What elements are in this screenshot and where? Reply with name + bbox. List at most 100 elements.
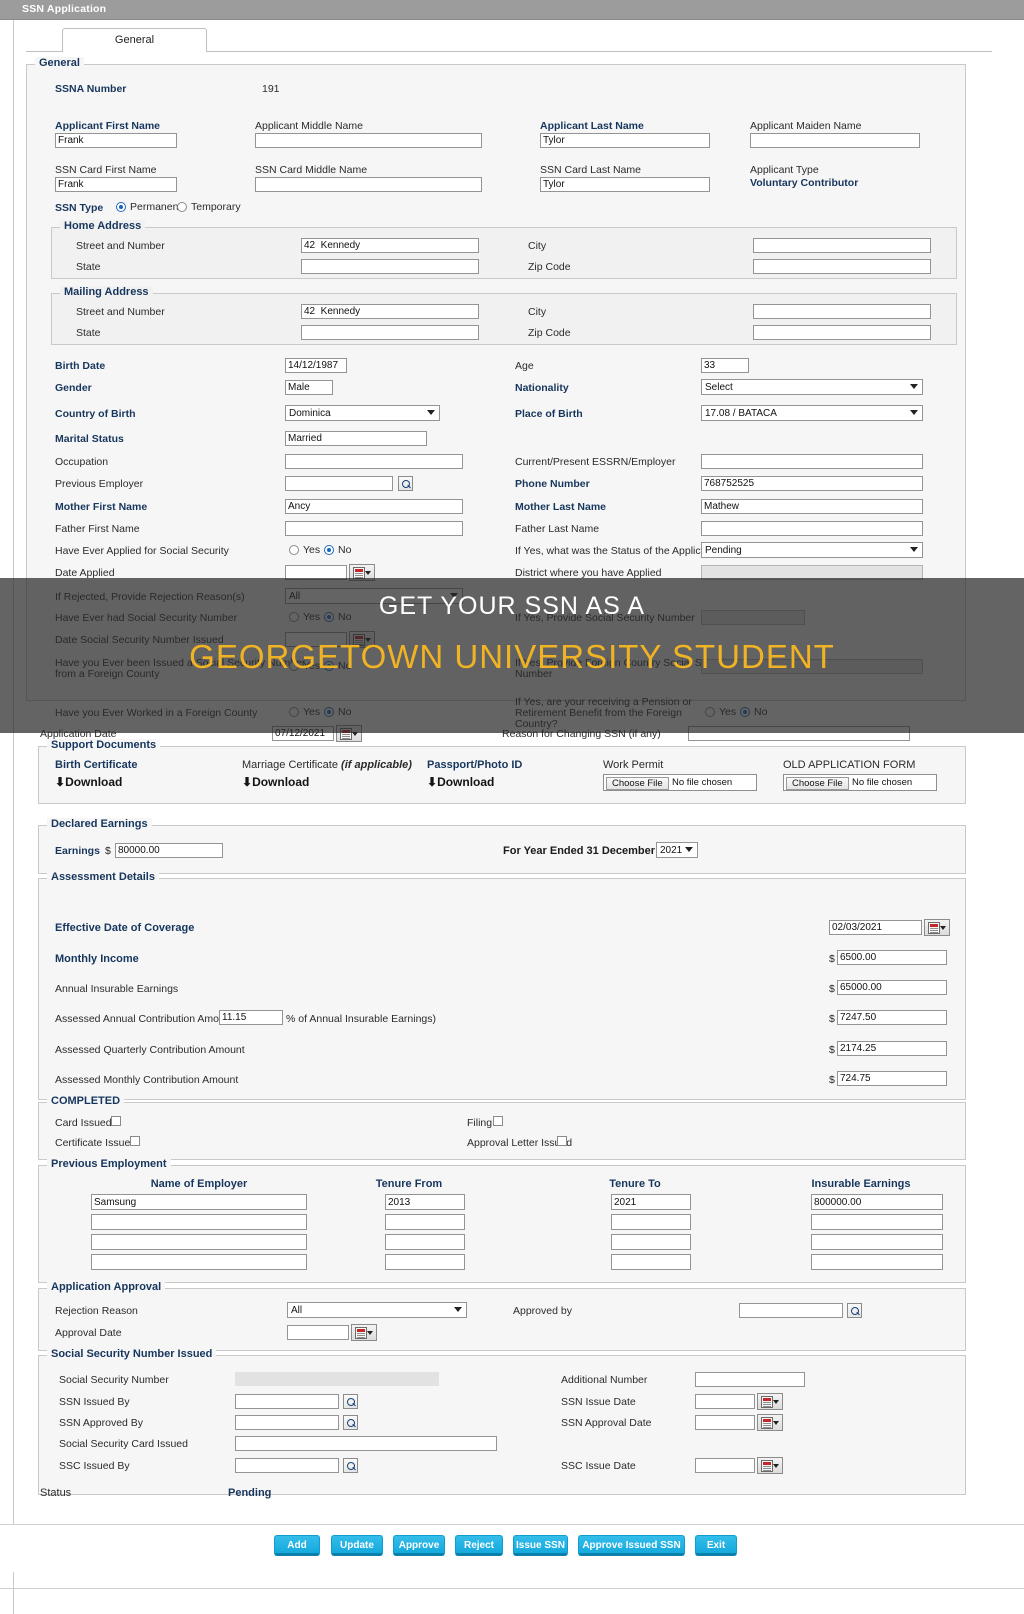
- employment-row-3-employer[interactable]: [91, 1234, 307, 1250]
- marital-status-input[interactable]: [285, 431, 427, 446]
- ssn-approval-date-input[interactable]: [695, 1415, 755, 1430]
- ssn-approved-by-search-icon[interactable]: [343, 1415, 358, 1430]
- employment-row-2-to[interactable]: [611, 1214, 691, 1230]
- ssn-approval-date-calendar-icon[interactable]: [757, 1414, 783, 1431]
- nationality-select[interactable]: Select: [701, 379, 923, 395]
- monthly-income-input[interactable]: [837, 950, 947, 965]
- old-application-form-choose-file-button[interactable]: Choose File: [786, 776, 849, 790]
- ssn-issue-date-calendar-icon[interactable]: [757, 1393, 783, 1410]
- mailing-city-input[interactable]: [753, 304, 931, 319]
- mother-last-name-input[interactable]: [701, 499, 923, 514]
- employment-row-1-employer[interactable]: [91, 1194, 307, 1210]
- assessed-quarterly-input[interactable]: [837, 1041, 947, 1056]
- ssn-issued-by-search-icon[interactable]: [343, 1394, 358, 1409]
- employment-row-2-employer[interactable]: [91, 1214, 307, 1230]
- gender-input[interactable]: [285, 380, 333, 395]
- old-application-form-file-input[interactable]: Choose File No file chosen: [783, 774, 937, 791]
- country-of-birth-select[interactable]: Dominica: [285, 405, 440, 421]
- mailing-state-input[interactable]: [301, 325, 479, 340]
- employment-row-3-from[interactable]: [385, 1234, 465, 1250]
- ssc-issued-input[interactable]: [235, 1436, 497, 1451]
- approved-by-input[interactable]: [739, 1303, 843, 1318]
- status-of-application-select[interactable]: Pending: [701, 542, 923, 558]
- home-street-input[interactable]: [301, 238, 479, 253]
- ssc-issued-by-search-icon[interactable]: [343, 1458, 358, 1473]
- employment-row-4-earnings[interactable]: [811, 1254, 943, 1270]
- approval-date-input[interactable]: [287, 1325, 349, 1340]
- earnings-input[interactable]: [115, 843, 223, 858]
- assessed-annual-rate-input[interactable]: [219, 1010, 283, 1025]
- employment-row-3-to[interactable]: [611, 1234, 691, 1250]
- ever-applied-yes-radio[interactable]: [289, 545, 299, 555]
- previous-employer-search-icon[interactable]: [398, 476, 413, 491]
- employment-row-4-to[interactable]: [611, 1254, 691, 1270]
- employment-row-4-from[interactable]: [385, 1254, 465, 1270]
- employment-row-1-to[interactable]: [611, 1194, 691, 1210]
- marriage-certificate-download-link[interactable]: ⬇Download: [242, 775, 309, 789]
- additional-number-input[interactable]: [695, 1372, 805, 1387]
- year-ended-select[interactable]: 2021: [656, 842, 698, 858]
- employment-row-2-from[interactable]: [385, 1214, 465, 1230]
- mailing-zip-input[interactable]: [753, 325, 931, 340]
- approve-issued-ssn-button[interactable]: Approve Issued SSN: [578, 1535, 685, 1556]
- rejection-reason-select[interactable]: All: [287, 1302, 467, 1318]
- previous-employer-input[interactable]: [285, 476, 393, 491]
- filing-checkbox[interactable]: [493, 1116, 503, 1126]
- ssn-card-first-name-input[interactable]: [55, 177, 177, 192]
- social-security-number-input[interactable]: [235, 1372, 439, 1386]
- employment-row-1-earnings[interactable]: [811, 1194, 943, 1210]
- effective-date-input[interactable]: [829, 920, 922, 935]
- passport-photo-id-download-link[interactable]: ⬇Download: [427, 775, 494, 789]
- work-permit-file-input[interactable]: Choose File No file chosen: [603, 774, 757, 791]
- approval-letter-checkbox[interactable]: [557, 1136, 567, 1146]
- approval-date-calendar-icon[interactable]: [351, 1324, 377, 1341]
- ssc-issued-by-input[interactable]: [235, 1458, 339, 1473]
- employment-row-4-employer[interactable]: [91, 1254, 307, 1270]
- assessed-annual-input[interactable]: [837, 1010, 947, 1025]
- ssn-issued-by-input[interactable]: [235, 1394, 339, 1409]
- add-button[interactable]: Add: [274, 1535, 320, 1556]
- mailing-street-input[interactable]: [301, 304, 479, 319]
- issue-ssn-button[interactable]: Issue SSN: [513, 1535, 568, 1556]
- assessed-monthly-input[interactable]: [837, 1071, 947, 1086]
- occupation-input[interactable]: [285, 454, 463, 469]
- applicant-maiden-name-input[interactable]: [750, 133, 920, 148]
- ssc-issue-date-input[interactable]: [695, 1458, 755, 1473]
- approved-by-search-icon[interactable]: [847, 1303, 862, 1318]
- home-city-input[interactable]: [753, 238, 931, 253]
- place-of-birth-select[interactable]: 17.08 / BATACA: [701, 405, 923, 421]
- employment-row-1-from[interactable]: [385, 1194, 465, 1210]
- ssn-card-middle-name-input[interactable]: [255, 177, 482, 192]
- birth-certificate-download-link[interactable]: ⬇Download: [55, 775, 122, 789]
- current-employer-input[interactable]: [701, 454, 923, 469]
- applicant-last-name-input[interactable]: [540, 133, 710, 148]
- employment-row-3-earnings[interactable]: [811, 1234, 943, 1250]
- ever-applied-no-radio[interactable]: [324, 545, 334, 555]
- mother-first-name-input[interactable]: [285, 499, 463, 514]
- ssn-type-permanent-radio[interactable]: [116, 202, 126, 212]
- exit-button[interactable]: Exit: [695, 1535, 737, 1556]
- ssn-issue-date-input[interactable]: [695, 1394, 755, 1409]
- applicant-first-name-input[interactable]: [55, 133, 177, 148]
- home-state-input[interactable]: [301, 259, 479, 274]
- annual-insurable-input[interactable]: [837, 980, 947, 995]
- effective-date-calendar-icon[interactable]: [924, 919, 950, 936]
- employment-row-2-earnings[interactable]: [811, 1214, 943, 1230]
- home-zip-input[interactable]: [753, 259, 931, 274]
- card-issued-checkbox[interactable]: [111, 1116, 121, 1126]
- phone-number-input[interactable]: [701, 476, 923, 491]
- birth-date-input[interactable]: [285, 358, 347, 373]
- ssn-approved-by-input[interactable]: [235, 1415, 339, 1430]
- applicant-middle-name-input[interactable]: [255, 133, 482, 148]
- work-permit-choose-file-button[interactable]: Choose File: [606, 776, 669, 790]
- approve-button[interactable]: Approve: [393, 1535, 445, 1556]
- ssc-issue-date-calendar-icon[interactable]: [757, 1457, 783, 1474]
- age-input[interactable]: [701, 358, 749, 373]
- tab-general[interactable]: General: [62, 28, 207, 52]
- update-button[interactable]: Update: [331, 1535, 383, 1556]
- ssn-card-last-name-input[interactable]: [540, 177, 710, 192]
- father-first-name-input[interactable]: [285, 521, 463, 536]
- reject-button[interactable]: Reject: [455, 1535, 503, 1556]
- ssn-type-temporary-radio[interactable]: [177, 202, 187, 212]
- father-last-name-input[interactable]: [701, 521, 923, 536]
